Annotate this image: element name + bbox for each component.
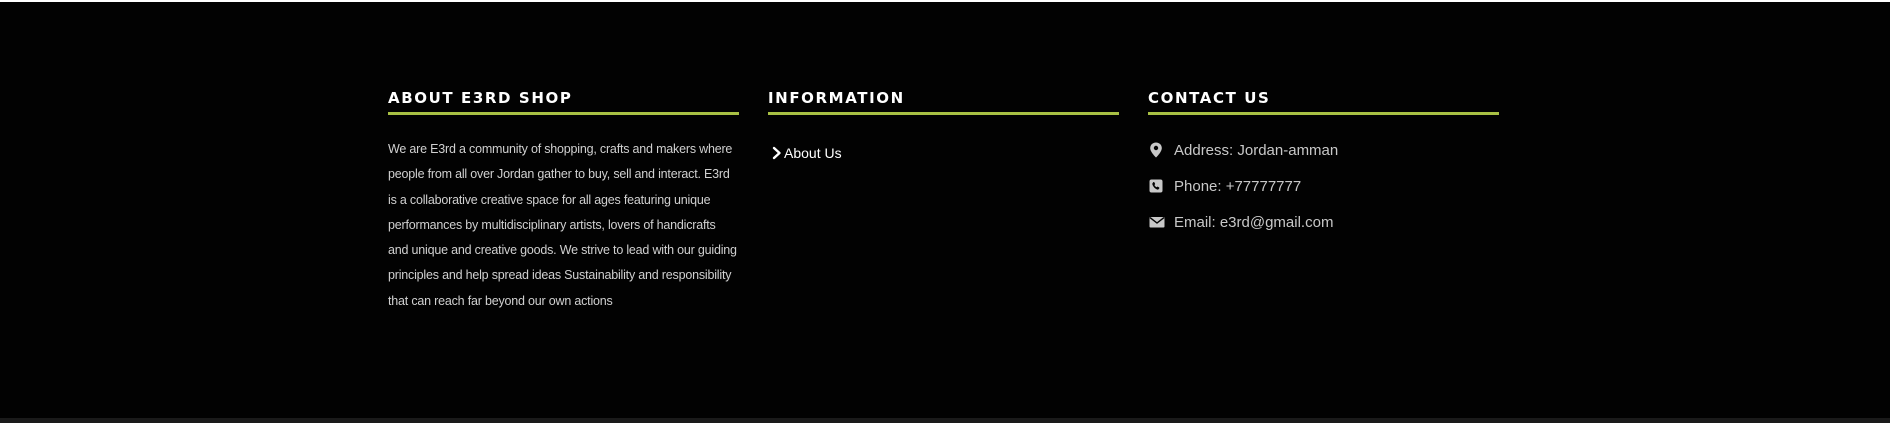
contact-phone-text: Phone: +77777777	[1174, 177, 1302, 195]
envelope-icon	[1149, 214, 1165, 230]
contact-address-text: Address: Jordan-amman	[1174, 141, 1339, 159]
site-footer: ABOUT E3RD SHOP We are E3rd a community …	[0, 2, 1890, 418]
footer-information-column: INFORMATION About Us	[768, 87, 1119, 163]
about-heading: ABOUT E3RD SHOP	[388, 89, 573, 107]
phone-icon	[1149, 178, 1163, 194]
about-description: We are E3rd a community of shopping, cra…	[388, 142, 737, 308]
footer-bottom-strip	[0, 418, 1890, 423]
contact-heading-underline	[1148, 112, 1499, 115]
about-heading-underline	[388, 112, 739, 115]
information-heading-underline	[768, 112, 1119, 115]
about-us-link-label: About Us	[784, 145, 842, 161]
information-links: About Us	[768, 143, 1119, 163]
footer-about-column: ABOUT E3RD SHOP We are E3rd a community …	[388, 87, 739, 327]
contact-phone: Phone: +77777777	[1148, 176, 1499, 196]
contact-address: Address: Jordan-amman	[1148, 140, 1499, 160]
footer-contact-column: CONTACT US Address: Jordan-amman Phone: …	[1148, 87, 1499, 248]
about-us-link[interactable]: About Us	[768, 143, 1119, 163]
contact-details: Address: Jordan-amman Phone: +77777777 E…	[1148, 140, 1499, 232]
chevron-right-icon	[772, 146, 782, 160]
contact-heading: CONTACT US	[1148, 89, 1271, 107]
map-marker-icon	[1149, 142, 1163, 158]
contact-email: Email: e3rd@gmail.com	[1148, 212, 1499, 232]
information-heading: INFORMATION	[768, 89, 905, 107]
contact-email-text: Email: e3rd@gmail.com	[1174, 213, 1334, 231]
